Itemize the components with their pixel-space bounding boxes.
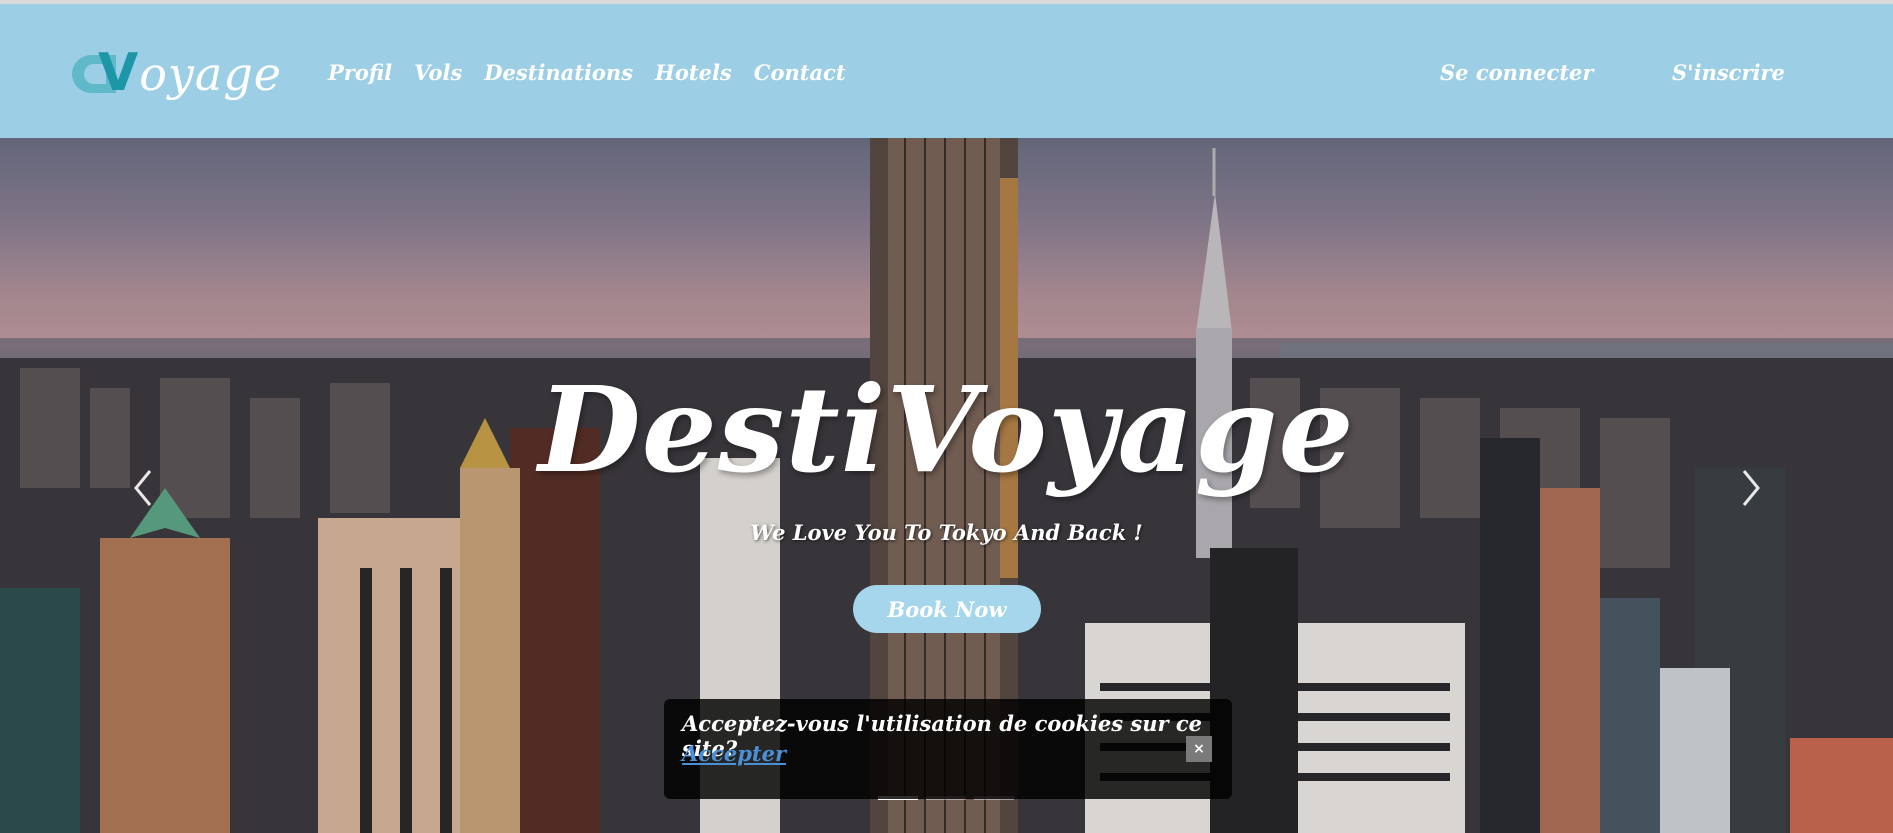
main-nav: Profil Vols Destinations Hotels Contact [328, 60, 846, 85]
logo-mark: V [72, 43, 145, 103]
logo-mark-letter: V [98, 43, 139, 103]
logo[interactable]: V oyage [72, 43, 282, 104]
cookie-banner: Acceptez-vous l'utilisation de cookies s… [664, 699, 1232, 799]
nav-link-hotels[interactable]: Hotels [655, 60, 732, 85]
nav-link-vols[interactable]: Vols [414, 60, 462, 85]
cookie-accept-link[interactable]: Accepter [682, 741, 786, 766]
signup-link[interactable]: S'inscrire [1672, 60, 1785, 85]
navbar: V oyage Profil Vols Destinations Hotels … [0, 4, 1893, 138]
book-now-button[interactable]: Book Now [853, 585, 1041, 633]
nav-link-destinations[interactable]: Destinations [484, 60, 633, 85]
logo-text: oyage [139, 47, 282, 101]
close-icon[interactable]: × [1186, 736, 1212, 762]
hero-title: DestiVoyage [538, 360, 1355, 499]
nav-link-contact[interactable]: Contact [754, 60, 846, 85]
login-link[interactable]: Se connecter [1440, 60, 1593, 85]
hero-subtitle: We Love You To Tokyo And Back ! [750, 520, 1143, 545]
nav-link-profil[interactable]: Profil [328, 60, 392, 85]
